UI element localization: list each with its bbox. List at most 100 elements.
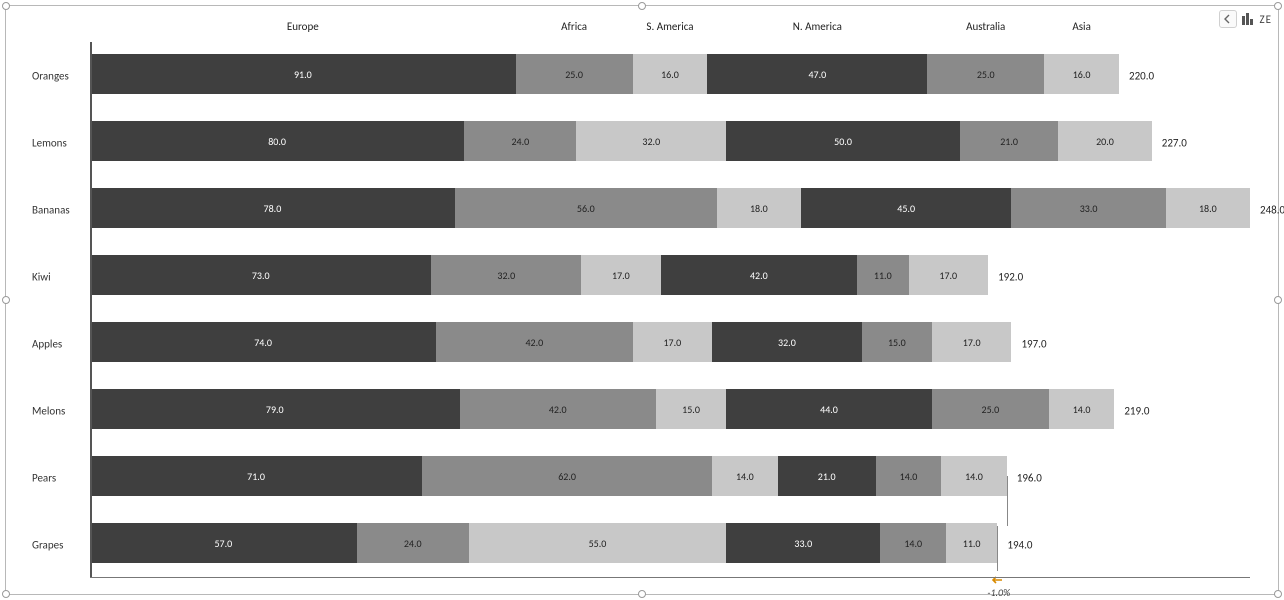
stacked-bar[interactable]: 57.024.055.033.014.011.0 xyxy=(90,523,997,563)
bar-segment[interactable]: 17.0 xyxy=(909,255,989,295)
category-label: Bananas xyxy=(32,203,86,216)
stacked-bar[interactable]: 78.056.018.045.033.018.0 xyxy=(90,188,1250,228)
bar-segment[interactable]: 91.0 xyxy=(90,54,516,94)
bar-segment[interactable]: 14.0 xyxy=(876,456,941,496)
bar-segment[interactable]: 42.0 xyxy=(661,255,857,295)
bar-segment[interactable]: 15.0 xyxy=(656,389,726,429)
chart-area: EuropeAfricaS. AmericaN. AmericaAustrali… xyxy=(32,18,1262,578)
chart-selection-frame[interactable]: ZE EuropeAfricaS. AmericaN. AmericaAustr… xyxy=(5,5,1279,595)
bar-segment[interactable]: 16.0 xyxy=(633,54,708,94)
bar-segment[interactable]: 45.0 xyxy=(801,188,1011,228)
row-total-label: 192.0 xyxy=(998,270,1023,283)
bar-segment[interactable]: 17.0 xyxy=(633,322,713,362)
bar-segment[interactable]: 32.0 xyxy=(576,121,726,161)
bar-segment[interactable]: 17.0 xyxy=(581,255,661,295)
table-row: Pears71.062.014.021.014.014.0196.0 xyxy=(32,444,1262,511)
legend-row: EuropeAfricaS. AmericaN. AmericaAustrali… xyxy=(32,18,1262,42)
resize-handle[interactable] xyxy=(1274,590,1282,598)
delta-edge-line xyxy=(997,526,998,571)
table-row: Bananas78.056.018.045.033.018.0248.0 xyxy=(32,176,1262,243)
delta-edge-line xyxy=(1007,476,1008,526)
bar-segment[interactable]: 78.0 xyxy=(90,188,455,228)
bar-segment[interactable]: 25.0 xyxy=(932,389,1049,429)
resize-handle[interactable] xyxy=(638,2,646,10)
bar-segment[interactable]: 14.0 xyxy=(1049,389,1114,429)
resize-handle[interactable] xyxy=(1274,2,1282,10)
bar-segment[interactable]: 17.0 xyxy=(932,322,1012,362)
bar-segment[interactable]: 80.0 xyxy=(90,121,464,161)
row-total-label: 220.0 xyxy=(1129,69,1154,82)
bar-segment[interactable]: 44.0 xyxy=(726,389,932,429)
resize-handle[interactable] xyxy=(2,2,10,10)
stacked-bar[interactable]: 73.032.017.042.011.017.0 xyxy=(90,255,988,295)
bar-segment[interactable]: 20.0 xyxy=(1058,121,1152,161)
bar-segment[interactable]: 57.0 xyxy=(90,523,357,563)
bar-segment[interactable]: 16.0 xyxy=(1044,54,1119,94)
bar-segment[interactable]: 14.0 xyxy=(712,456,777,496)
series-header-label: Australia xyxy=(946,20,1026,33)
category-label: Kiwi xyxy=(32,270,86,283)
bar-segment[interactable]: 25.0 xyxy=(516,54,633,94)
table-row: Oranges91.025.016.047.025.016.0220.0 xyxy=(32,42,1262,109)
bar-segment[interactable]: 47.0 xyxy=(707,54,927,94)
bar-segment[interactable]: 21.0 xyxy=(778,456,876,496)
table-row: Lemons 80.024.032.050.021.020.0 227.0 xyxy=(32,109,1262,176)
table-row: Kiwi73.032.017.042.011.017.0192.0 xyxy=(32,243,1262,310)
bar-segment[interactable]: 11.0 xyxy=(946,523,997,563)
bar-segment[interactable]: 32.0 xyxy=(712,322,862,362)
resize-handle[interactable] xyxy=(1274,296,1282,304)
bar-segment[interactable]: 24.0 xyxy=(464,121,576,161)
series-header-label: Asia xyxy=(1042,20,1122,33)
category-label: Pears xyxy=(32,471,86,484)
bar-segment[interactable]: 42.0 xyxy=(460,389,656,429)
x-axis-line xyxy=(90,577,1250,578)
bar-segment[interactable]: 18.0 xyxy=(1166,188,1250,228)
bar-segment[interactable]: 32.0 xyxy=(431,255,581,295)
bar-segment[interactable]: 33.0 xyxy=(1011,188,1165,228)
bar-segment[interactable]: 79.0 xyxy=(90,389,460,429)
row-total-label: 219.0 xyxy=(1124,404,1149,417)
row-total-label: 227.0 xyxy=(1162,136,1187,149)
stacked-bar[interactable]: 80.024.032.050.021.020.0 xyxy=(90,121,1152,161)
category-label: Oranges xyxy=(32,69,86,82)
row-total-label: 197.0 xyxy=(1021,337,1046,350)
bar-segment[interactable]: 14.0 xyxy=(941,456,1006,496)
series-header-label: Europe xyxy=(263,20,343,33)
resize-handle[interactable] xyxy=(2,296,10,304)
resize-handle[interactable] xyxy=(638,590,646,598)
bar-segment[interactable]: 15.0 xyxy=(862,322,932,362)
bar-segment[interactable]: 74.0 xyxy=(90,322,436,362)
table-row: Grapes 57.024.055.033.014.011.0 194.0 xyxy=(32,511,1262,578)
table-row: Melons79.042.015.044.025.014.0219.0 xyxy=(32,377,1262,444)
table-row: Apples74.042.017.032.015.017.0197.0 xyxy=(32,310,1262,377)
delta-label: -1.0% xyxy=(987,586,1010,599)
bar-segment[interactable]: 33.0 xyxy=(726,523,880,563)
y-axis-line xyxy=(90,42,92,578)
bar-segment[interactable]: 14.0 xyxy=(880,523,945,563)
series-header-label: Africa xyxy=(534,20,614,33)
stacked-bar[interactable]: 91.025.016.047.025.016.0 xyxy=(90,54,1119,94)
bar-segment[interactable]: 73.0 xyxy=(90,255,431,295)
category-label: Lemons xyxy=(32,136,86,149)
resize-handle[interactable] xyxy=(2,590,10,598)
series-header-label: S. America xyxy=(630,20,710,33)
bar-segment[interactable]: 11.0 xyxy=(857,255,908,295)
stacked-bar[interactable]: 74.042.017.032.015.017.0 xyxy=(90,322,1011,362)
bar-segment[interactable]: 24.0 xyxy=(357,523,469,563)
bar-segment[interactable]: 71.0 xyxy=(90,456,422,496)
chart-rows: Oranges91.025.016.047.025.016.0220.0Lemo… xyxy=(32,42,1262,578)
bar-segment[interactable]: 55.0 xyxy=(469,523,726,563)
stacked-bar[interactable]: 79.042.015.044.025.014.0 xyxy=(90,389,1114,429)
delta-arrow-icon xyxy=(991,574,1003,586)
category-label: Grapes xyxy=(32,538,86,551)
bar-segment[interactable]: 25.0 xyxy=(927,54,1044,94)
row-total-label: 196.0 xyxy=(1017,471,1042,484)
bar-segment[interactable]: 21.0 xyxy=(960,121,1058,161)
stacked-bar[interactable]: 71.062.014.021.014.014.0 xyxy=(90,456,1007,496)
bar-segment[interactable]: 50.0 xyxy=(726,121,960,161)
bar-segment[interactable]: 56.0 xyxy=(455,188,717,228)
bar-segment[interactable]: 62.0 xyxy=(422,456,712,496)
bar-segment[interactable]: 42.0 xyxy=(436,322,632,362)
bar-segment[interactable]: 18.0 xyxy=(717,188,801,228)
row-total-label: 194.0 xyxy=(1007,538,1032,551)
